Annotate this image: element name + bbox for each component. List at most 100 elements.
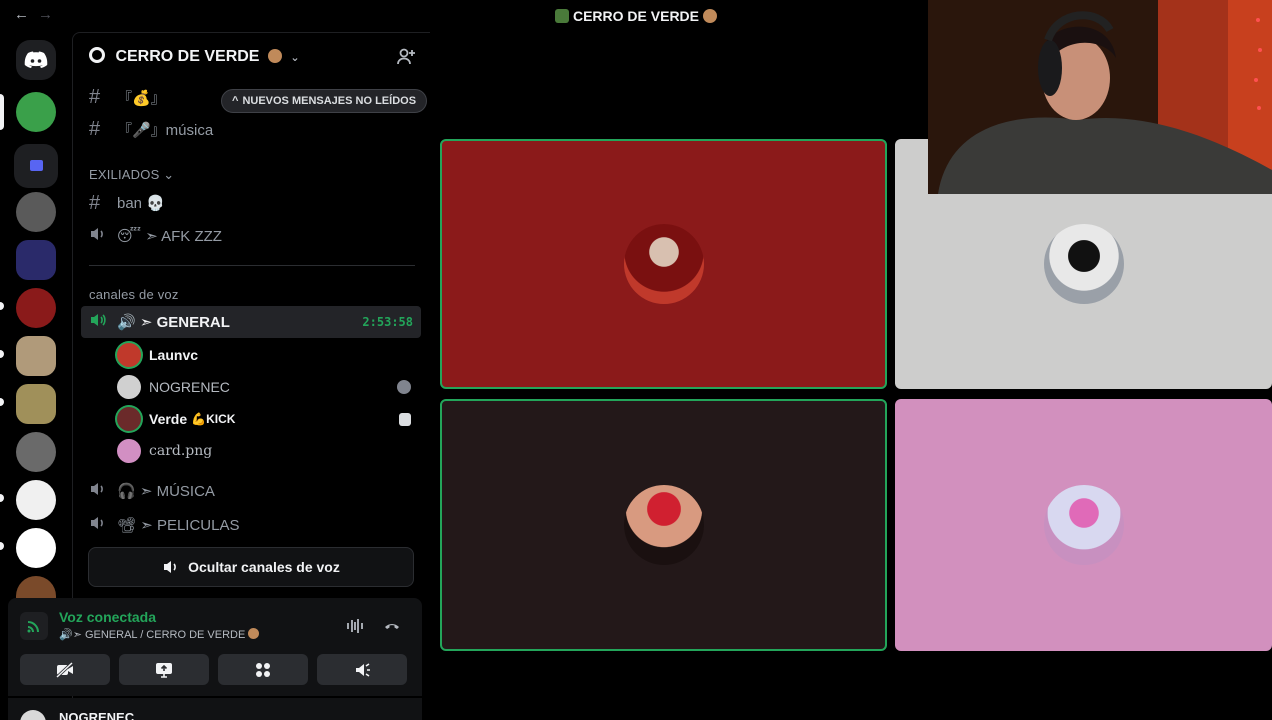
soundboard-icon	[356, 662, 370, 677]
channel-ban[interactable]: # ban 💀	[81, 187, 421, 219]
server-icon-frog[interactable]	[16, 92, 56, 132]
soundboard-button[interactable]	[317, 654, 407, 685]
speaker-icon	[89, 481, 113, 501]
voice-timer: 2:53:58	[362, 315, 413, 329]
speaker-active-icon	[89, 312, 113, 332]
chevron-up-icon: ^	[232, 95, 239, 107]
noise-suppression-icon[interactable]	[345, 616, 365, 636]
avatar	[117, 343, 141, 367]
hash-icon: #	[89, 85, 101, 108]
voice-user-verde[interactable]: Verde 💪KICK	[117, 404, 417, 434]
activities-button[interactable]	[218, 654, 308, 685]
webcam-overlay	[928, 0, 1272, 194]
voice-user-launvc[interactable]: Launvc	[117, 340, 417, 370]
hash-icon: #	[89, 191, 101, 214]
user-panel: NOGRENEC	[8, 698, 422, 720]
category-canales-de-voz[interactable]: canales de voz	[89, 287, 179, 302]
server-icon-skull[interactable]	[16, 192, 56, 232]
user-name: NOGRENEC	[59, 710, 135, 720]
channel-label: 📽 ➣ PELICULAS	[117, 517, 240, 534]
server-folder[interactable]	[14, 144, 58, 188]
folder-icon	[30, 160, 43, 171]
user-tag: 💪KICK	[191, 412, 235, 426]
webcam-image	[928, 0, 1272, 194]
server-icon-console[interactable]	[16, 528, 56, 568]
server-icon-food[interactable]	[16, 336, 56, 376]
server-icon-partial[interactable]	[16, 576, 56, 598]
unread-indicator	[0, 302, 4, 310]
voice-user-nogrenec[interactable]: NOGRENEC	[117, 372, 417, 402]
voice-user-name: Verde	[149, 411, 188, 427]
participant-tile-verde[interactable]	[440, 399, 887, 651]
unread-indicator	[0, 494, 4, 502]
channel-label: 😴 ➣ AFK ZZZ	[117, 228, 222, 245]
hide-voice-channels-button[interactable]: Ocultar canales de voz	[88, 547, 414, 587]
stream-status-icon	[399, 412, 411, 426]
channel-label: 🔊 ➣ GENERAL	[117, 314, 230, 331]
selected-server-indicator	[0, 94, 4, 130]
channel-label: 『🎤』música	[117, 121, 214, 139]
speaker-icon	[164, 561, 177, 573]
server-icon-mask[interactable]	[16, 432, 56, 472]
hash-icon: #	[89, 117, 101, 140]
screen-share-button[interactable]	[119, 654, 209, 685]
voice-channel-musica[interactable]: 🎧 ➣ MÚSICA	[81, 475, 421, 507]
participant-tile-card[interactable]	[895, 399, 1272, 651]
unread-indicator	[0, 350, 4, 358]
discord-home-button[interactable]	[16, 40, 56, 80]
unread-pill-label: NUEVOS MENSAJES NO LEÍDOS	[242, 95, 417, 107]
activities-icon	[256, 662, 270, 677]
user-avatar[interactable]	[20, 710, 46, 720]
voice-channel-peliculas[interactable]: 📽 ➣ PELICULAS	[81, 509, 421, 541]
voice-user-name: Launvc	[149, 347, 199, 363]
invite-people-icon[interactable]	[396, 47, 416, 67]
unread-messages-pill[interactable]: ^ NUEVOS MENSAJES NO LEÍDOS	[221, 89, 428, 113]
chevron-down-icon: ⌄	[290, 52, 300, 64]
hide-voice-label: Ocultar canales de voz	[188, 559, 340, 575]
channel-label: ban 💀	[117, 195, 165, 212]
category-exiliados[interactable]: EXILIADOS ⌄	[89, 167, 174, 183]
voice-connected-title[interactable]: Voz conectada	[59, 609, 156, 625]
server-icon-figures[interactable]	[16, 384, 56, 424]
discord-logo-icon	[24, 51, 48, 68]
avatar	[117, 407, 141, 431]
avatar	[117, 439, 141, 463]
voice-connected-channel: 🔊➣ GENERAL / CERRO DE VERDE	[59, 629, 246, 641]
camera-off-icon	[55, 661, 74, 678]
channel-label: 『💰』	[117, 89, 166, 107]
guild-icon	[555, 9, 570, 23]
voice-user-name: card.png	[149, 443, 213, 459]
disconnect-icon[interactable]	[382, 616, 402, 636]
screen-share-icon	[156, 662, 172, 678]
server-icon-car[interactable]	[16, 240, 56, 280]
guild-name: CERRO DE VERDE	[115, 48, 260, 65]
channel-musica[interactable]: # 『🎤』música	[81, 113, 421, 145]
voice-user-name: NOGRENEC	[149, 379, 230, 395]
tag-label: KICK	[206, 412, 236, 426]
camera-toggle-button[interactable]	[20, 654, 110, 685]
window-title-text: CERRO DE VERDE	[572, 8, 700, 24]
server-icon-drawing[interactable]	[16, 480, 56, 520]
voice-connected-panel: Voz conectada 🔊➣ GENERAL / CERRO DE VERD…	[8, 598, 422, 696]
speaker-icon	[89, 515, 113, 535]
server-icon-red[interactable]	[16, 288, 56, 328]
speaker-icon	[89, 226, 113, 246]
guild-header[interactable]: CERRO DE VERDE ⌄	[73, 33, 430, 81]
voice-channel-general[interactable]: 🔊 ➣ GENERAL 2:53:58	[81, 306, 421, 338]
voice-channel-afk[interactable]: 😴 ➣ AFK ZZZ	[81, 220, 421, 252]
monkey-emoji-icon	[248, 628, 260, 639]
monkey-emoji-icon	[267, 49, 282, 63]
participant-avatar	[1043, 485, 1124, 565]
channel-label: 🎧 ➣ MÚSICA	[117, 483, 215, 500]
connection-signal-icon[interactable]	[20, 612, 48, 640]
unread-indicator	[0, 398, 4, 406]
participant-tile-launvc[interactable]	[440, 139, 887, 389]
deafen-status-icon	[397, 380, 411, 394]
unread-indicator	[0, 542, 4, 550]
voice-connected-subtitle[interactable]: 🔊➣ GENERAL / CERRO DE VERDE	[59, 628, 260, 641]
voice-user-card[interactable]: card.png	[117, 436, 417, 466]
monkey-emoji-icon	[702, 9, 717, 23]
participant-avatar	[623, 485, 704, 565]
guild-settings-icon	[89, 47, 105, 63]
tag-emoji: 💪	[191, 412, 207, 426]
